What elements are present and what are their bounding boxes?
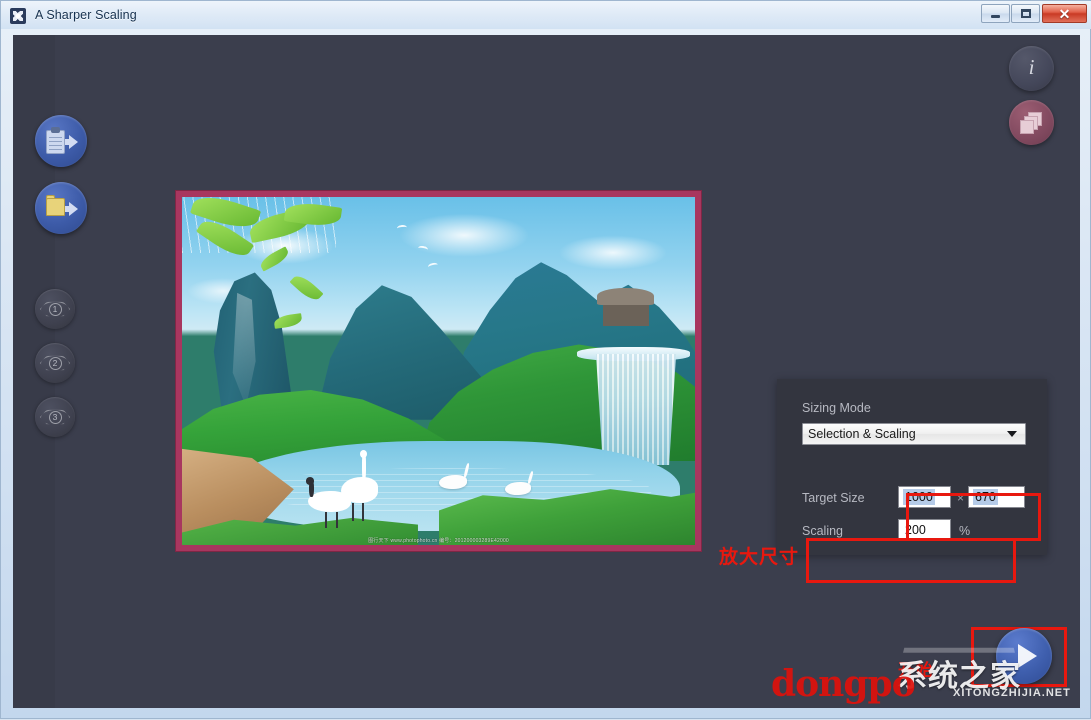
scaling-input[interactable]: 200 bbox=[898, 519, 951, 541]
window-title: A Sharper Scaling bbox=[35, 8, 137, 22]
sizing-mode-dropdown[interactable]: Selection & Scaling bbox=[802, 423, 1026, 445]
image-selection-frame[interactable]: 图行天下 www.photophoto.cn 编号：201200003289E4… bbox=[176, 191, 701, 551]
eye-icon: 3 bbox=[40, 409, 70, 426]
preview-number-2: 2 bbox=[48, 356, 62, 370]
preview-number-1: 1 bbox=[48, 302, 62, 316]
close-icon: ✕ bbox=[1058, 5, 1071, 22]
paste-from-clipboard-button[interactable] bbox=[35, 115, 87, 167]
sizing-mode-value: Selection & Scaling bbox=[808, 427, 916, 441]
preview-button-2[interactable]: 2 bbox=[35, 343, 75, 383]
annotation-label-enlarge-size: 放大尺寸 bbox=[719, 546, 800, 568]
maximize-icon bbox=[1020, 9, 1031, 18]
eye-icon: 1 bbox=[40, 301, 70, 318]
photo-caption: 图行天下 www.photophoto.cn 编号：201200003289E4… bbox=[368, 538, 509, 544]
maximize-restore-button[interactable] bbox=[1011, 4, 1040, 23]
sizing-mode-label: Sizing Mode bbox=[802, 401, 871, 415]
close-button[interactable]: ✕ bbox=[1042, 4, 1087, 23]
info-icon: i bbox=[1028, 55, 1035, 79]
preview-button-1[interactable]: 1 bbox=[35, 289, 75, 329]
target-height-value: 670 bbox=[973, 489, 998, 505]
stack-layers-icon bbox=[1019, 111, 1044, 134]
target-width-input[interactable]: 1000 bbox=[898, 486, 951, 508]
minimize-icon bbox=[991, 15, 1000, 18]
folder-open-icon bbox=[46, 195, 78, 221]
application-window: A Sharper Scaling ✕ 1 2 3 i 图行天下 www.pho… bbox=[0, 0, 1091, 719]
landscape-photo: 图行天下 www.photophoto.cn 编号：201200003289E4… bbox=[182, 197, 695, 545]
batch-process-button[interactable] bbox=[1009, 100, 1054, 145]
annotation-label-start: 开始 bbox=[898, 661, 934, 681]
open-file-button[interactable] bbox=[35, 182, 87, 234]
minimize-button[interactable] bbox=[981, 4, 1010, 23]
scaling-label: Scaling bbox=[802, 524, 843, 538]
start-scaling-button[interactable] bbox=[996, 628, 1052, 684]
play-triangle-icon bbox=[1017, 644, 1037, 668]
preview-button-3[interactable]: 3 bbox=[35, 397, 75, 437]
eye-icon: 2 bbox=[40, 355, 70, 372]
info-button[interactable]: i bbox=[1009, 46, 1054, 91]
target-width-value: 1000 bbox=[903, 489, 935, 505]
image-canvas[interactable]: 图行天下 www.photophoto.cn 编号：201200003289E4… bbox=[182, 197, 695, 545]
clipboard-paste-icon bbox=[46, 127, 78, 154]
scaling-value: 200 bbox=[905, 523, 926, 537]
chevron-down-icon bbox=[1007, 431, 1017, 437]
dimension-separator: × bbox=[957, 491, 965, 505]
settings-panel: Sizing Mode Selection & Scaling Target S… bbox=[777, 379, 1047, 555]
percent-unit-label: % bbox=[959, 524, 971, 538]
window-controls: ✕ bbox=[980, 4, 1087, 23]
target-size-label: Target Size bbox=[802, 491, 865, 505]
app-client-area: 1 2 3 i 图行天下 www.photophoto.cn 编号：201200… bbox=[13, 35, 1080, 708]
title-bar[interactable]: A Sharper Scaling ✕ bbox=[1, 1, 1091, 29]
app-logo-icon bbox=[10, 7, 26, 24]
target-height-input[interactable]: 670 bbox=[968, 486, 1025, 508]
preview-number-3: 3 bbox=[48, 410, 62, 424]
